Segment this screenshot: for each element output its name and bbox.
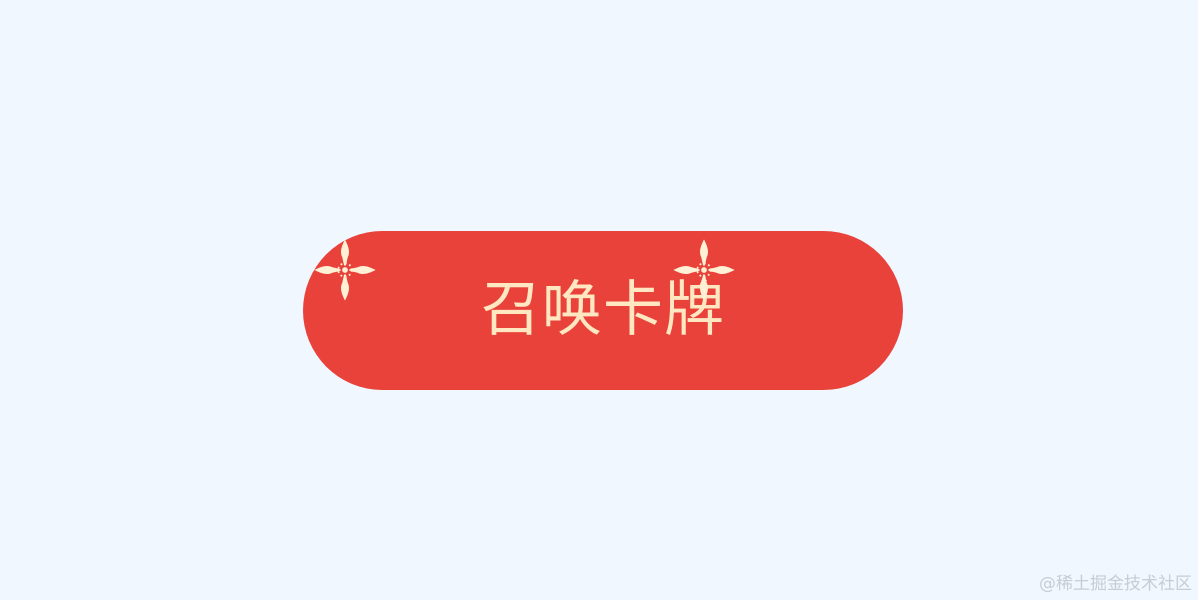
summon-card-button-label: 召唤卡牌 xyxy=(481,274,725,345)
sparkle-icon xyxy=(314,239,376,301)
summon-card-button[interactable]: 召唤卡牌 xyxy=(303,231,903,390)
page: { "summon_button": { "label": "召唤卡牌" }, … xyxy=(0,0,1198,600)
watermark: @稀土掘金技术社区 xyxy=(1039,574,1192,594)
